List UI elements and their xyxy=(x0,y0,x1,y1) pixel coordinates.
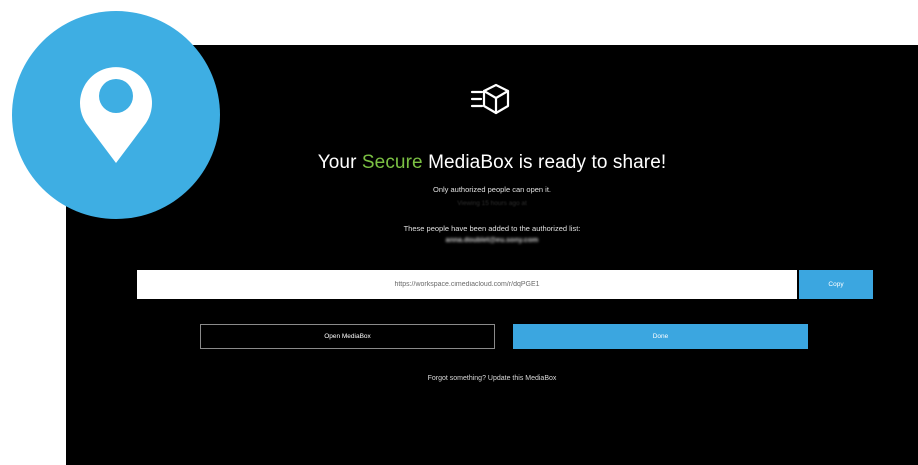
map-pin-icon xyxy=(80,67,152,163)
authorized-list-title: These people have been added to the auth… xyxy=(403,224,581,233)
headline-suffix: MediaBox is ready to share! xyxy=(422,152,667,173)
authorized-email: anna.doublet@eu.sony.com xyxy=(445,237,539,244)
done-button[interactable]: Done xyxy=(513,324,808,349)
update-mediabox-link[interactable]: Forgot something? Update this MediaBox xyxy=(66,375,918,382)
headline-prefix: Your xyxy=(317,152,362,173)
location-badge xyxy=(12,11,220,219)
copy-button[interactable]: Copy xyxy=(799,270,873,299)
headline-accent: Secure xyxy=(361,152,423,173)
open-mediabox-button[interactable]: Open MediaBox xyxy=(200,324,495,349)
share-link-field[interactable] xyxy=(137,270,797,299)
moving-box-icon xyxy=(470,83,514,115)
screen: Your Secure MediaBox is ready to share! … xyxy=(0,0,918,465)
